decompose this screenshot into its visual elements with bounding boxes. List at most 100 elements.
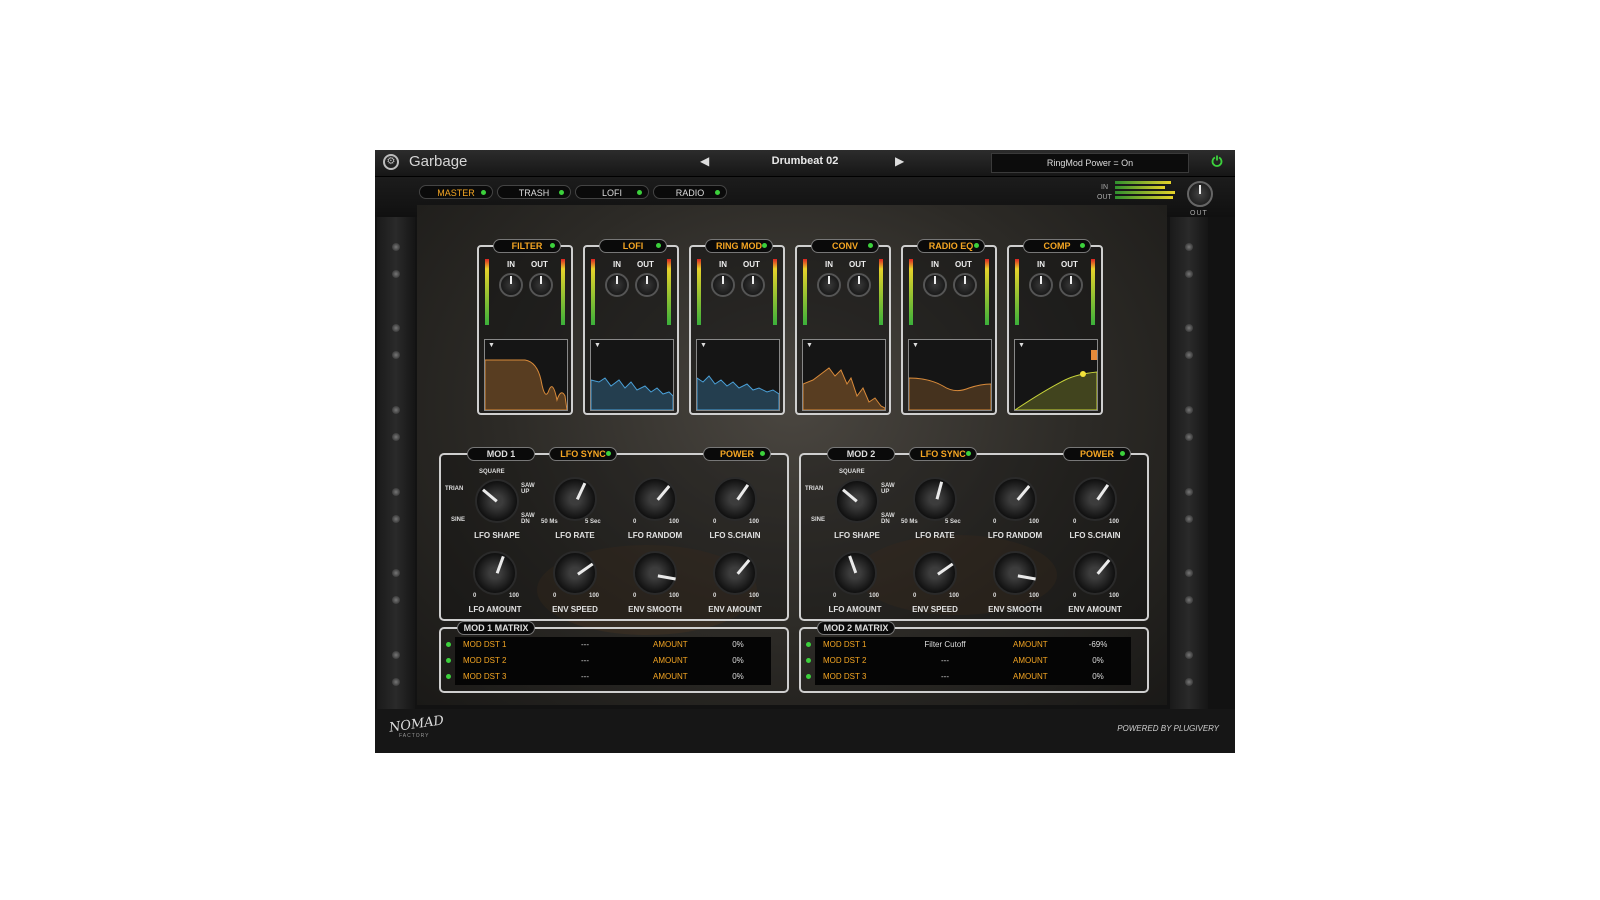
- tab-trash[interactable]: TRASH: [497, 185, 571, 199]
- mod-dst-select[interactable]: ---: [545, 640, 625, 649]
- lfo-rate-knob[interactable]: [913, 477, 957, 521]
- mod-dst-label: MOD DST 1: [463, 640, 507, 649]
- output-gain-knob[interactable]: [953, 273, 977, 297]
- prev-preset-arrow-icon[interactable]: ◀: [700, 154, 709, 168]
- input-level-meter: [1015, 259, 1019, 325]
- knob-label: ENV AMOUNT: [708, 605, 762, 614]
- env-amount-knob[interactable]: [713, 551, 757, 595]
- compressor-curve-graph[interactable]: ▼: [1014, 339, 1098, 411]
- knob-max-label: 100: [1109, 519, 1120, 525]
- output-gain-knob[interactable]: [1059, 273, 1083, 297]
- lfo-random-knob[interactable]: [993, 477, 1037, 521]
- output-gain-knob[interactable]: [529, 273, 553, 297]
- lfo-amount-knob[interactable]: [473, 551, 517, 595]
- input-label: IN: [1037, 260, 1045, 269]
- module-power-button[interactable]: CONV: [811, 239, 879, 253]
- amount-value[interactable]: 0%: [1073, 656, 1123, 665]
- amount-label: AMOUNT: [653, 656, 688, 665]
- impulse-graph[interactable]: ▼: [802, 339, 886, 411]
- preset-name[interactable]: Drumbeat 02: [720, 155, 890, 167]
- input-gain-knob[interactable]: [605, 273, 629, 297]
- env-smooth-knob[interactable]: [993, 551, 1037, 595]
- mod-dst-select[interactable]: Filter Cutoff: [905, 640, 985, 649]
- input-level-meter: [909, 259, 913, 325]
- mod1-power-button[interactable]: POWER: [703, 447, 771, 461]
- lfo-schain-knob[interactable]: [1073, 477, 1117, 521]
- amount-value[interactable]: 0%: [713, 672, 763, 681]
- knob-min-label: 0: [833, 593, 837, 599]
- knob-pointer: [848, 555, 858, 574]
- input-gain-knob[interactable]: [1029, 273, 1053, 297]
- env-speed-knob[interactable]: [913, 551, 957, 595]
- amount-value[interactable]: -69%: [1073, 640, 1123, 649]
- output-gain-knob[interactable]: [741, 273, 765, 297]
- knob-pointer: [577, 562, 594, 576]
- module-power-button[interactable]: FILTER: [493, 239, 561, 253]
- next-preset-arrow-icon[interactable]: ▶: [895, 154, 904, 168]
- filter-response-graph[interactable]: ▼: [484, 339, 568, 411]
- amount-value[interactable]: 0%: [713, 656, 763, 665]
- output-label: OUT: [743, 260, 760, 269]
- knob-max-label: 100: [1029, 593, 1040, 599]
- led-icon: [1120, 451, 1125, 456]
- knob-label: LFO RANDOM: [987, 531, 1043, 540]
- output-gain-knob[interactable]: [635, 273, 659, 297]
- module-title: COMP: [1043, 241, 1071, 251]
- mod1-lfo-sync-button[interactable]: LFO SYNC: [549, 447, 617, 461]
- output-volume-knob[interactable]: [1187, 181, 1213, 207]
- env-amount-knob[interactable]: [1073, 551, 1117, 595]
- screw-icon: [1185, 243, 1193, 251]
- input-meter-label: IN: [1101, 184, 1108, 191]
- shape-tick-saw-dn: SAW DN: [521, 513, 535, 525]
- lfo-rate-knob[interactable]: [553, 477, 597, 521]
- output-meter-bar: [1115, 196, 1173, 199]
- env-smooth-knob[interactable]: [633, 551, 677, 595]
- amount-value[interactable]: 0%: [713, 640, 763, 649]
- settings-gear-icon[interactable]: ⚙: [383, 154, 399, 170]
- module-power-button[interactable]: RING MOD: [705, 239, 773, 253]
- power-icon[interactable]: [1211, 155, 1223, 167]
- eq-curve-graph[interactable]: ▼: [908, 339, 992, 411]
- knob-pointer: [842, 488, 858, 503]
- mod-dst-select[interactable]: ---: [545, 672, 625, 681]
- mod1-matrix: MOD 1 MATRIX MOD DST 1 --- AMOUNT 0% MOD…: [439, 621, 789, 693]
- mod-dst-select[interactable]: ---: [905, 672, 985, 681]
- lfo-schain-knob[interactable]: [713, 477, 757, 521]
- output-label: OUT: [531, 260, 548, 269]
- mod-dst-select[interactable]: ---: [905, 656, 985, 665]
- output-gain-knob[interactable]: [847, 273, 871, 297]
- amount-value[interactable]: 0%: [1073, 672, 1123, 681]
- plugin-window: ⚙ Garbage ◀ Drumbeat 02 ▶ RingMod Power …: [375, 150, 1235, 753]
- lfo-shape-knob[interactable]: [835, 479, 879, 523]
- lfo-amount-knob[interactable]: [833, 551, 877, 595]
- tab-radio[interactable]: RADIO: [653, 185, 727, 199]
- mod-dst-label: MOD DST 3: [463, 672, 507, 681]
- input-label: IN: [507, 260, 515, 269]
- env-speed-knob[interactable]: [553, 551, 597, 595]
- spectrum-graph[interactable]: ▼: [696, 339, 780, 411]
- knob-max-label: 100: [749, 519, 760, 525]
- module-power-button[interactable]: COMP: [1023, 239, 1091, 253]
- module-power-button[interactable]: RADIO EQ: [917, 239, 985, 253]
- main-panel: FILTER IN OUT ▼ LOFI IN OUT ▼ RING MOD I…: [417, 205, 1167, 705]
- knob-label: LFO RATE: [555, 531, 595, 540]
- mod2-lfo-sync-button[interactable]: LFO SYNC: [909, 447, 977, 461]
- knob-label: ENV SPEED: [912, 605, 958, 614]
- spectrum-graph[interactable]: ▼: [590, 339, 674, 411]
- input-gain-knob[interactable]: [817, 273, 841, 297]
- input-gain-knob[interactable]: [923, 273, 947, 297]
- tab-master[interactable]: MASTER: [419, 185, 493, 199]
- screw-icon: [392, 488, 400, 496]
- output-level-meter: [1091, 259, 1095, 325]
- lfo-shape-knob[interactable]: [475, 479, 519, 523]
- module-power-button[interactable]: LOFI: [599, 239, 667, 253]
- tab-lofi[interactable]: LOFI: [575, 185, 649, 199]
- mod-dst-select[interactable]: ---: [545, 656, 625, 665]
- screw-icon: [392, 243, 400, 251]
- knob-label: LFO RANDOM: [627, 531, 683, 540]
- input-gain-knob[interactable]: [711, 273, 735, 297]
- input-gain-knob[interactable]: [499, 273, 523, 297]
- lfo-sync-label: LFO SYNC: [920, 449, 966, 459]
- lfo-random-knob[interactable]: [633, 477, 677, 521]
- mod2-power-button[interactable]: POWER: [1063, 447, 1131, 461]
